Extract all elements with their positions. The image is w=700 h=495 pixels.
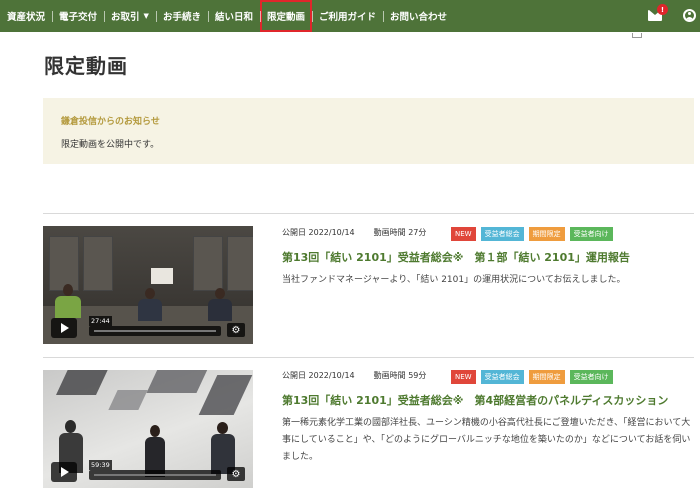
backdrop-panel [83, 236, 113, 291]
play-button[interactable] [51, 318, 77, 338]
notice-body: 限定動画を公開中です。 [61, 140, 160, 150]
backdrop-panel [227, 236, 253, 291]
tag-limited-time: 期間限定 [528, 227, 565, 241]
chevron-down-icon: ▼ [143, 12, 149, 20]
tag-shareholders-meeting: 受益者総会 [480, 370, 524, 384]
nav-item-label: 資産状況 [7, 12, 46, 23]
nav-item-label: 限定動画 [266, 12, 305, 23]
video-title-link[interactable]: 第13回「結い 2101」受益者総会※ 第１部「結い 2101」運用報告 [282, 249, 630, 265]
tag-shareholders-meeting: 受益者総会 [480, 227, 524, 241]
play-button[interactable] [51, 462, 77, 482]
nav-item-label: 電子交付 [59, 12, 98, 23]
video-duration: 27:44 [89, 316, 112, 326]
global-nav: 資産状況 電子交付 お取引 ▼ お手続き 結い日和 限定動画 ご利用ガイド お問い… [0, 0, 700, 32]
nav-item-label: ご利用ガイド [318, 12, 376, 23]
tag-list: NEW 受益者総会 期間限定 受益者向け [451, 370, 618, 384]
divider [43, 213, 694, 214]
nav-item-procedures[interactable]: お手続き [155, 0, 208, 32]
video-player[interactable]: 59:39 ⚙ [43, 370, 253, 488]
tag-new: NEW [451, 370, 476, 384]
gear-icon[interactable]: ⚙ [227, 467, 245, 481]
nav-item-label: お問い合わせ [390, 12, 448, 23]
video-title-link[interactable]: 第13回「結い 2101」受益者総会※ 第4部経営者のパネルディスカッション [282, 392, 668, 408]
notification-badge: ! [657, 4, 668, 15]
video-description: 当社ファンドマネージャーより、「結い 2101」の運用状況についてお伝えしました… [282, 275, 626, 285]
video-meta: 公開日 2022/10/14 動画時間 59分 [282, 370, 426, 381]
notice-title: 鎌倉投信からのお知らせ [61, 117, 160, 127]
publish-date: 公開日 2022/10/14 [282, 228, 355, 237]
nav-item-guide[interactable]: ご利用ガイド [311, 0, 383, 32]
seek-bar[interactable] [89, 326, 221, 336]
video-duration: 59:39 [89, 460, 112, 470]
nav-item-contact[interactable]: お問い合わせ [383, 0, 454, 32]
logo-sign [151, 268, 173, 284]
backdrop-panel [49, 236, 79, 291]
user-icon[interactable] [683, 9, 696, 22]
tag-for-holders: 受益者向け [569, 370, 613, 384]
nav-item-yui-biyori[interactable]: 結い日和 [207, 0, 260, 32]
tag-list: NEW 受益者総会 期間限定 受益者向け [451, 227, 618, 241]
nav-item-transactions[interactable]: お取引 ▼ [104, 0, 156, 32]
notice-box: 鎌倉投信からのお知らせ 限定動画を公開中です。 [43, 98, 694, 164]
video-description: 第一稀元素化学工業の國部洋社長、ユーシン精機の小谷高代社長にご登壇いただき、「経… [282, 418, 691, 462]
nav-item-label: お手続き [162, 12, 201, 23]
nav-item-e-delivery[interactable]: 電子交付 [52, 0, 104, 32]
player-controls: 27:44 ⚙ [43, 314, 253, 344]
tag-new: NEW [451, 227, 476, 241]
nav-item-assets[interactable]: 資産状況 [0, 0, 52, 32]
tag-for-holders: 受益者向け [569, 227, 613, 241]
nav-item-label: お取引 [111, 12, 140, 23]
gear-icon[interactable]: ⚙ [227, 323, 245, 337]
backdrop-panel [193, 236, 223, 291]
tag-limited-time: 期間限定 [528, 370, 565, 384]
print-icon[interactable] [632, 33, 642, 38]
player-controls: 59:39 ⚙ [43, 458, 253, 488]
video-player[interactable]: 27:44 ⚙ [43, 226, 253, 344]
seek-bar[interactable] [89, 470, 221, 480]
video-length: 動画時間 27分 [373, 228, 427, 237]
publish-date: 公開日 2022/10/14 [282, 371, 355, 380]
page-title: 限定動画 [44, 54, 128, 78]
nav-item-limited-videos[interactable]: 限定動画 [259, 0, 312, 32]
divider [43, 357, 694, 358]
video-length: 動画時間 59分 [373, 371, 427, 380]
video-meta: 公開日 2022/10/14 動画時間 27分 [282, 227, 426, 238]
nav-item-label: 結い日和 [214, 12, 253, 23]
